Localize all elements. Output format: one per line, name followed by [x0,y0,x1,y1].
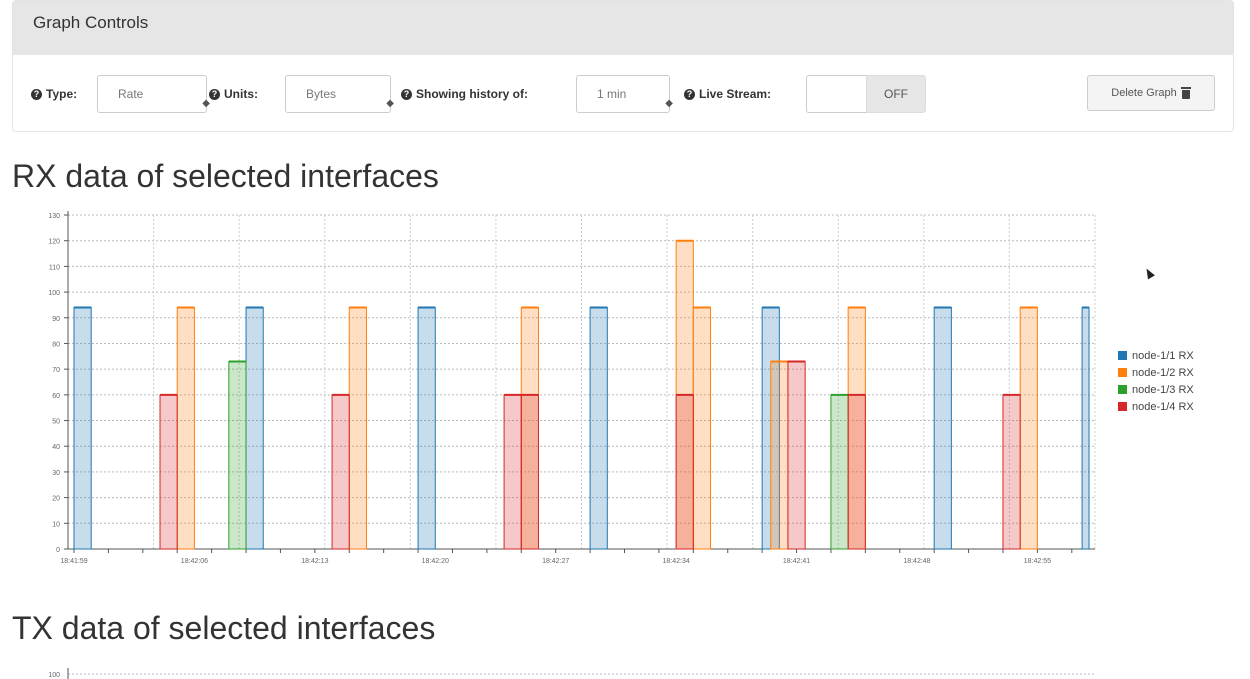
history-label: ? Showing history of: [401,87,528,101]
bar [933,306,952,550]
bar [847,394,866,550]
legend-item: node-1/4 RX [1118,398,1194,415]
bar [1002,394,1021,550]
info-icon: ? [209,88,220,100]
bar [692,306,712,550]
bar [520,394,539,550]
tx-section-title: TX data of selected interfaces [12,610,436,646]
type-select[interactable]: Rate ◆ [97,75,210,113]
panel-title: Graph Controls [13,1,1233,55]
history-select-value: 1 min [597,87,627,101]
mouse-cursor-icon [1143,266,1155,280]
x-tick-label: 18:42:13 [301,558,328,565]
y-tick-label: 120 [48,239,60,246]
bar [228,360,247,550]
bar [1019,306,1038,550]
y-tick-label: 60 [52,393,60,400]
legend-label: node-1/4 RX [1132,400,1194,413]
legend-swatch [1118,385,1127,394]
rx-section-title: RX data of selected interfaces [12,158,439,194]
live-stream-label: ? Live Stream: [684,87,771,101]
bar [787,360,806,550]
type-select-value: Rate [118,87,144,101]
y-tick-label: 130 [48,213,60,220]
legend-label: node-1/3 RX [1132,383,1194,396]
info-icon: ? [684,88,695,100]
history-select[interactable]: 1 min ◆ [576,75,673,113]
graph-controls-panel: Graph Controls ? Type: Rate ◆ ? Units: B… [12,0,1234,132]
trash-icon [1180,87,1191,99]
bar [830,394,849,550]
y-tick-label: 110 [49,264,60,271]
bar [675,394,694,550]
history-label-text: Showing history of: [416,87,528,101]
info-icon: ? [401,88,412,100]
legend-swatch [1118,351,1127,360]
y-tick-label: 0 [56,547,60,554]
y-tick-label: 100 [48,672,60,679]
x-tick-label: 18:42:48 [903,558,930,565]
y-tick-label: 30 [52,470,60,477]
units-label: ? Units: [209,87,258,101]
bar [176,306,195,550]
live-stream-toggle-track[interactable] [806,75,866,113]
x-tick-label: 18:42:41 [783,558,810,565]
bar [1081,306,1090,550]
chart-legend: node-1/1 RX node-1/2 RX node-1/3 RX node-1/… [1118,347,1194,415]
legend-item: node-1/3 RX [1118,381,1194,398]
delete-graph-label: Delete Graph [1111,87,1177,99]
x-tick-label: 18:42:06 [181,558,208,565]
x-tick-label: 18:42:27 [542,558,569,565]
live-stream-label-text: Live Stream: [699,87,772,101]
units-select[interactable]: Bytes ◆ [285,75,394,113]
units-select-value: Bytes [306,87,337,101]
y-tick-label: 40 [52,444,60,451]
tx-chart: 100 [48,668,1095,679]
legend-item: node-1/1 RX [1118,347,1194,364]
y-tick-label: 90 [52,316,60,323]
units-label-text: Units: [224,87,258,101]
x-tick-label: 18:41:59 [60,558,87,565]
chevron-icon: ◆ [665,98,673,109]
chevron-icon: ◆ [386,98,394,109]
type-label-text: Type: [46,87,78,101]
bar [503,394,522,550]
y-tick-label: 80 [52,341,60,348]
bar [770,360,789,550]
legend-label: node-1/1 RX [1132,349,1194,362]
y-tick-label: 10 [52,521,60,528]
x-tick-label: 18:42:55 [1024,558,1051,565]
live-stream-toggle[interactable]: OFF [866,75,926,113]
controls-row: ? Type: Rate ◆ ? Units: Bytes ◆ ? Showin… [13,55,1233,131]
rx-chart: 0 10 20 30 40 50 60 70 80 90 100 110 120 130 18:41:59 1… [48,211,1096,565]
bar [73,306,92,550]
legend-swatch [1118,368,1127,377]
bar [331,394,350,550]
x-tick-label: 18:42:34 [662,558,689,565]
type-label: ? Type: [31,87,77,101]
bar [159,394,178,550]
x-tick-label: 18:42:20 [422,558,449,565]
legend-label: node-1/2 RX [1132,366,1194,379]
bar [417,306,436,550]
y-tick-label: 70 [52,367,60,374]
y-tick-label: 100 [48,290,60,297]
bar [348,306,367,550]
y-tick-label: 20 [52,496,60,503]
bar [589,306,608,550]
y-tick-label: 50 [52,419,60,426]
delete-graph-button[interactable]: Delete Graph [1087,75,1215,111]
bar [245,306,264,550]
legend-item: node-1/2 RX [1118,364,1194,381]
info-icon: ? [31,88,42,100]
legend-swatch [1118,402,1127,411]
